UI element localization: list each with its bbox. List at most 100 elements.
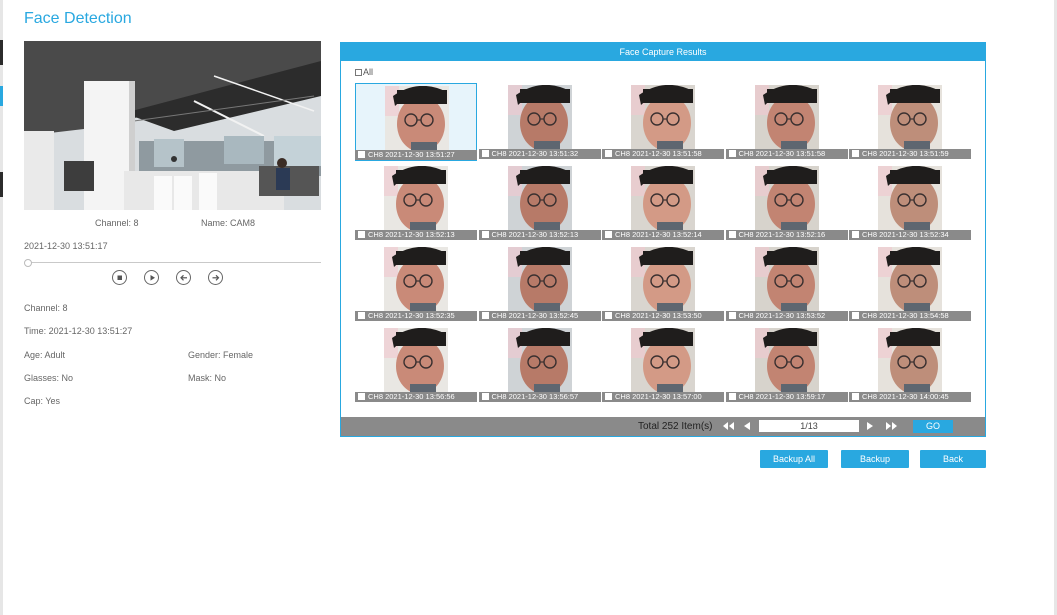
video-preview[interactable]	[24, 41, 321, 210]
face-image	[507, 247, 572, 311]
face-thumbnail[interactable]: CH8 2021-12-30 13:57:00	[602, 326, 724, 404]
playback-slider-handle[interactable]	[24, 259, 32, 267]
last-page-icon[interactable]	[884, 420, 898, 432]
thumbnail-label: CH8 2021-12-30 13:56:57	[491, 392, 579, 401]
face-thumbnail[interactable]: CH8 2021-12-30 13:51:27	[355, 83, 477, 161]
face-thumbnail[interactable]: CH8 2021-12-30 13:54:58	[849, 245, 971, 323]
thumbnail-label: CH8 2021-12-30 14:00:45	[862, 392, 949, 401]
face-thumbnail[interactable]: CH8 2021-12-30 13:52:13	[478, 164, 601, 242]
thumbnail-caption: CH8 2021-12-30 13:51:58	[602, 149, 724, 159]
face-thumbnail[interactable]: CH8 2021-12-30 14:00:45	[849, 326, 971, 404]
thumbnail-checkbox[interactable]	[852, 231, 859, 238]
thumbnail-caption: CH8 2021-12-30 13:53:50	[602, 311, 724, 321]
thumbnail-label: CH8 2021-12-30 13:52:16	[738, 230, 826, 239]
face-thumbnail[interactable]: CH8 2021-12-30 13:51:59	[849, 83, 971, 161]
backup-all-button[interactable]: Backup All	[760, 450, 828, 468]
page-number-input[interactable]	[759, 420, 859, 432]
playback-slider-track[interactable]	[28, 262, 321, 263]
thumbnail-checkbox[interactable]	[852, 312, 859, 319]
thumbnail-checkbox[interactable]	[852, 150, 859, 157]
next-page-icon[interactable]	[865, 420, 879, 432]
thumbnail-label: CH8 2021-12-30 13:52:13	[368, 230, 455, 239]
face-thumbnail[interactable]: CH8 2021-12-30 13:51:58	[602, 83, 724, 161]
face-capture-results-panel: Face Capture Results All CH8 2021-12-30 …	[340, 42, 986, 437]
detail-gender: Gender: Female	[188, 350, 254, 360]
first-page-icon[interactable]	[722, 420, 736, 432]
face-image	[878, 328, 942, 392]
back-button[interactable]: Back	[920, 450, 986, 468]
prev-page-icon[interactable]	[742, 420, 756, 432]
thumbnail-checkbox[interactable]	[605, 150, 612, 157]
step-forward-button[interactable]	[208, 270, 223, 285]
detail-time: Time: 2021-12-30 13:51:27	[24, 326, 133, 336]
face-thumbnail[interactable]: CH8 2021-12-30 13:52:35	[355, 245, 477, 323]
select-all[interactable]: All	[355, 67, 373, 77]
page-title: Face Detection	[24, 10, 132, 27]
thumbnail-label: CH8 2021-12-30 13:52:14	[615, 230, 702, 239]
thumbnail-checkbox[interactable]	[481, 150, 489, 157]
detail-cap: Cap: Yes	[24, 396, 61, 406]
thumbnail-checkbox[interactable]	[358, 393, 365, 400]
thumbnail-label: CH8 2021-12-30 13:51:58	[738, 149, 826, 158]
thumbnail-checkbox[interactable]	[358, 151, 365, 158]
thumbnail-label: CH8 2021-12-30 13:51:59	[862, 149, 949, 158]
face-image	[754, 85, 819, 149]
thumbnail-checkbox[interactable]	[728, 231, 736, 238]
thumbnail-caption: CH8 2021-12-30 13:52:16	[725, 230, 848, 240]
select-all-checkbox[interactable]	[355, 68, 362, 76]
total-items: Total 252 Item(s)	[638, 421, 713, 432]
select-all-label: All	[363, 67, 374, 77]
edge-mark	[0, 172, 3, 197]
face-image	[754, 166, 819, 230]
face-image	[878, 166, 942, 230]
thumbnail-caption: CH8 2021-12-30 13:51:27	[355, 150, 477, 160]
thumbnail-checkbox[interactable]	[605, 231, 612, 238]
thumbnail-checkbox[interactable]	[605, 393, 612, 400]
face-thumbnail[interactable]: CH8 2021-12-30 13:52:13	[355, 164, 477, 242]
step-back-button[interactable]	[176, 270, 191, 285]
thumbnail-label: CH8 2021-12-30 13:57:00	[615, 392, 702, 401]
play-icon	[150, 275, 155, 281]
left-edge-strip	[0, 0, 3, 615]
thumbnail-checkbox[interactable]	[728, 312, 736, 319]
thumbnail-caption: CH8 2021-12-30 14:00:45	[849, 392, 971, 402]
thumbnail-checkbox[interactable]	[605, 312, 612, 319]
face-thumbnail[interactable]: CH8 2021-12-30 13:59:17	[725, 326, 848, 404]
go-button[interactable]: GO	[913, 420, 953, 433]
face-thumbnail[interactable]: CH8 2021-12-30 13:51:32	[478, 83, 601, 161]
thumbnail-caption: CH8 2021-12-30 13:57:00	[602, 392, 724, 402]
thumbnail-checkbox[interactable]	[852, 393, 859, 400]
face-image	[384, 328, 448, 392]
face-thumbnail[interactable]: CH8 2021-12-30 13:52:16	[725, 164, 848, 242]
thumbnail-caption: CH8 2021-12-30 13:52:13	[355, 230, 477, 240]
thumbnail-checkbox[interactable]	[358, 231, 365, 238]
thumbnail-checkbox[interactable]	[481, 231, 489, 238]
edge-mark	[0, 40, 3, 65]
detail-mask: Mask: No	[188, 373, 227, 383]
face-thumbnail[interactable]: CH8 2021-12-30 13:53:50	[602, 245, 724, 323]
face-image	[384, 166, 448, 230]
thumbnail-checkbox[interactable]	[728, 393, 736, 400]
face-thumbnail[interactable]: CH8 2021-12-30 13:53:52	[725, 245, 848, 323]
face-thumbnail[interactable]: CH8 2021-12-30 13:52:45	[478, 245, 601, 323]
thumbnail-label: CH8 2021-12-30 13:52:13	[491, 230, 579, 239]
face-thumbnail[interactable]: CH8 2021-12-30 13:56:56	[355, 326, 477, 404]
face-thumbnail[interactable]: CH8 2021-12-30 13:52:34	[849, 164, 971, 242]
thumbnail-label: CH8 2021-12-30 13:51:58	[615, 149, 702, 158]
play-button[interactable]	[144, 270, 159, 285]
step-back-icon	[180, 274, 187, 281]
thumbnail-checkbox[interactable]	[481, 312, 489, 319]
face-image	[631, 85, 695, 149]
thumbnail-label: CH8 2021-12-30 13:52:35	[368, 311, 455, 320]
face-thumbnail[interactable]: CH8 2021-12-30 13:52:14	[602, 164, 724, 242]
backup-button[interactable]: Backup	[841, 450, 909, 468]
face-image	[384, 247, 448, 311]
face-image	[754, 328, 819, 392]
thumbnail-checkbox[interactable]	[358, 312, 365, 319]
face-image	[878, 247, 942, 311]
thumbnail-checkbox[interactable]	[481, 393, 489, 400]
stop-button[interactable]	[112, 270, 127, 285]
face-thumbnail[interactable]: CH8 2021-12-30 13:56:57	[478, 326, 601, 404]
face-thumbnail[interactable]: CH8 2021-12-30 13:51:58	[725, 83, 848, 161]
thumbnail-checkbox[interactable]	[728, 150, 736, 157]
